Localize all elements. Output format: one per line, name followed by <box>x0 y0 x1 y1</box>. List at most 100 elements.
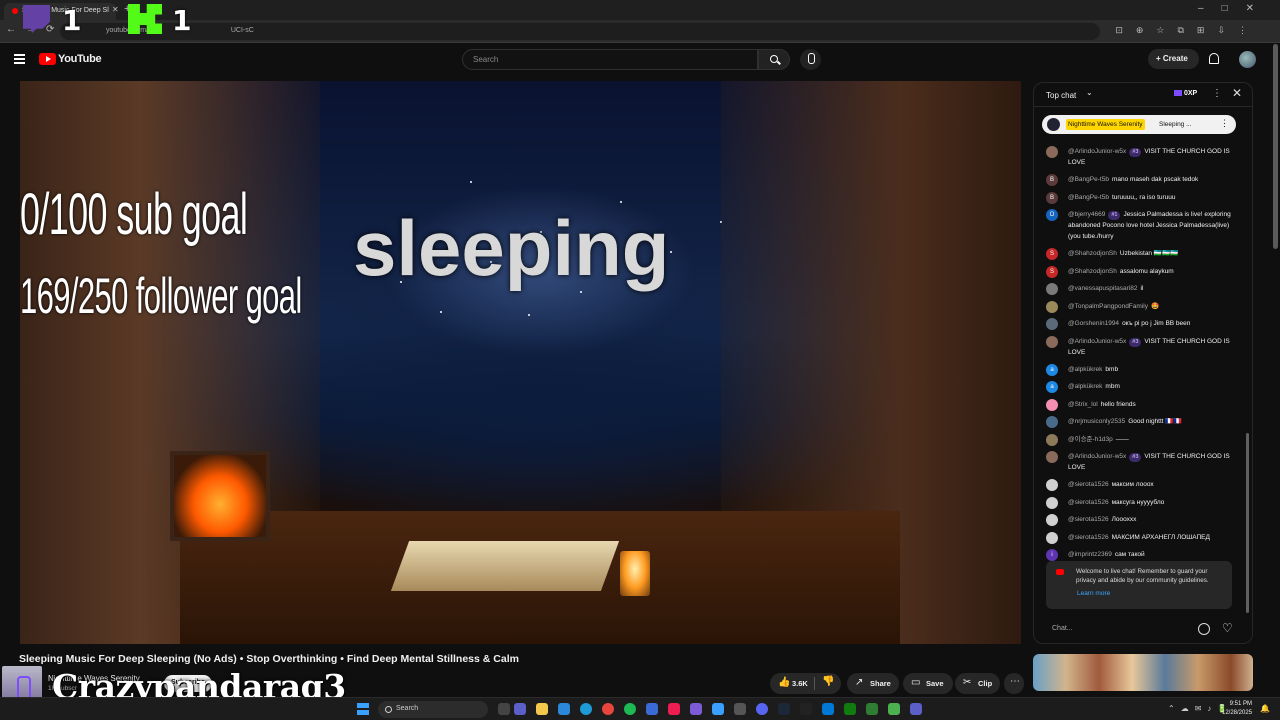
chevron-down-icon[interactable]: ⌄ <box>1086 88 1093 97</box>
heart-icon[interactable]: ♡ <box>1222 621 1233 635</box>
chat-author[interactable]: @sierota1526 <box>1068 534 1109 541</box>
task-view-icon[interactable] <box>498 703 510 715</box>
thumbs-down-icon[interactable]: 👎 <box>822 676 834 687</box>
chat-author[interactable]: @nrjmusiconly2535 <box>1068 418 1125 425</box>
chrome-icon[interactable] <box>602 703 614 715</box>
save-button[interactable]: ▭ Save <box>903 673 953 694</box>
taskbar-clock[interactable]: 9:51 PM 12/28/2025 <box>1222 700 1252 718</box>
app-icon[interactable] <box>690 703 702 715</box>
video-player[interactable]: 0/100 sub goal 169/250 follower goal sle… <box>20 81 1021 644</box>
chat-message[interactable]: S @ShahzodjonSh Uzbekistan 🇺🇿🇺🇿🇺🇿 <box>1034 245 1244 263</box>
chat-avatar[interactable]: O <box>1046 209 1058 221</box>
app-icon[interactable] <box>822 703 834 715</box>
xp-badge[interactable]: 0XP <box>1174 90 1197 97</box>
close-tab-icon[interactable]: ✕ <box>112 5 119 14</box>
chat-author[interactable]: @vanessapuspitasari82 <box>1068 285 1137 292</box>
steam-icon[interactable] <box>778 703 790 715</box>
notifications-bell-icon[interactable] <box>1209 53 1219 64</box>
chat-message[interactable]: @sierota1526 максуга нуууубло <box>1034 494 1244 512</box>
chat-author[interactable]: @BangPe-t5b <box>1068 194 1109 201</box>
hamburger-menu-icon[interactable] <box>14 54 25 64</box>
chat-author[interactable]: @ArlindoJunior-w5x <box>1068 453 1126 460</box>
chat-author[interactable]: @imprintz2369 <box>1068 551 1112 558</box>
store-icon[interactable] <box>558 703 570 715</box>
chat-avatar[interactable] <box>1046 283 1058 295</box>
like-dislike-button[interactable]: 👍 3.6K 👎 <box>770 673 841 694</box>
chat-input[interactable]: Chat... <box>1042 620 1192 638</box>
more-options-icon[interactable]: ⋮ <box>1212 88 1222 99</box>
search-button[interactable] <box>758 49 790 70</box>
chat-mode-selector[interactable]: Top chat <box>1046 91 1076 100</box>
chat-avatar[interactable] <box>1046 531 1058 544</box>
chat-message[interactable]: B @BangPe-t5b turuuuu,, ra iso turuuu <box>1034 189 1244 207</box>
discord-icon[interactable] <box>756 703 768 715</box>
teams-icon[interactable] <box>910 703 922 715</box>
chat-avatar[interactable] <box>1046 416 1058 428</box>
chat-message[interactable]: a @alpkükrek bmb <box>1034 361 1244 379</box>
browser-tab[interactable]: Sleeping Music For Deep Sl <box>4 3 116 20</box>
chat-avatar[interactable]: S <box>1046 248 1058 260</box>
chat-message[interactable]: O @bjerry4669 #1 Jessica Palmadessa is live… <box>1034 206 1244 245</box>
chat-author[interactable]: @sierota1526 <box>1068 499 1109 506</box>
chat-author[interactable]: @ShahzodjonSh <box>1068 268 1117 275</box>
youtube-logo-text[interactable]: YouTube <box>58 53 102 65</box>
emoji-icon[interactable] <box>1198 623 1210 635</box>
account-avatar[interactable] <box>1239 51 1256 68</box>
app-icon[interactable] <box>646 703 658 715</box>
clip-button[interactable]: ✂ Clip <box>955 673 1000 694</box>
search-input[interactable]: Search <box>462 49 758 70</box>
page-scrollbar[interactable] <box>1273 44 1278 249</box>
chat-avatar[interactable] <box>1046 496 1058 509</box>
more-actions-button[interactable]: ⋯ <box>1004 673 1024 694</box>
youtube-logo-icon[interactable] <box>39 53 56 65</box>
chat-avatar[interactable] <box>1046 479 1058 491</box>
taskbar-search[interactable]: Search <box>378 701 488 718</box>
chat-message[interactable]: @sierota1526 максим лооох <box>1034 476 1244 494</box>
chat-avatar[interactable] <box>1046 451 1058 463</box>
chat-author[interactable]: @bjerry4669 <box>1068 211 1105 218</box>
chat-message[interactable]: @ArlindoJunior-w5x #3 VISIT THE CHURCH GOD… <box>1034 333 1244 361</box>
chat-message[interactable]: a @alpkükrek mbm <box>1034 378 1244 396</box>
chat-message[interactable]: @Gorshenin1994 окъ рі ро j Jim BB been <box>1034 315 1244 333</box>
chat-author[interactable]: @ArlindoJunior-w5x <box>1068 338 1126 345</box>
chat-message[interactable]: @sierota1526 МАКСИМ АРХАНЕГЛ ЛОШАПЕД <box>1034 529 1244 547</box>
chat-author[interactable]: @sierota1526 <box>1068 481 1109 488</box>
chat-message[interactable]: @vanessapuspitasari82 il <box>1034 280 1244 298</box>
chat-author[interactable]: @sierota1526 <box>1068 516 1109 523</box>
chat-avatar[interactable] <box>1046 300 1058 313</box>
omnibox[interactable]: youtube.com/wat UCI-sC <box>60 23 1100 40</box>
app-icon[interactable] <box>888 703 900 715</box>
browser-toolbar-icons[interactable]: ⊡⊕☆⧉⊞⇩⋮ <box>1115 25 1260 36</box>
chat-avatar[interactable]: a <box>1046 381 1058 393</box>
close-chat-icon[interactable]: ✕ <box>1232 86 1242 100</box>
windows-start-icon[interactable] <box>357 703 369 715</box>
chat-message[interactable]: S @ShahzodjonSh assalomu alaykum <box>1034 263 1244 281</box>
app-icon[interactable] <box>712 703 724 715</box>
notification-icon[interactable]: 🔔 <box>1260 704 1270 713</box>
chat-author[interactable]: @이승준-h1d3p <box>1068 436 1113 443</box>
app-icon[interactable] <box>734 703 746 715</box>
chat-message[interactable]: B @BangPe-t5b mano maseh dak pscak tedok <box>1034 171 1244 189</box>
chat-avatar[interactable]: B <box>1046 191 1058 204</box>
voice-search-mic-icon[interactable] <box>800 49 821 70</box>
chat-message[interactable]: @Strix_lol hello friends <box>1034 396 1244 414</box>
chat-author[interactable]: @TonpalmPangpondFamily <box>1068 303 1148 310</box>
edge-icon[interactable] <box>580 703 592 715</box>
thumbs-up-icon[interactable]: 👍 <box>778 677 790 688</box>
chat-message[interactable]: @nrjmusiconly2535 Good nighttt 🇫🇷🇫🇷 <box>1034 413 1244 431</box>
chat-message[interactable]: @sierota1526 Лоооххх <box>1034 511 1244 529</box>
tiktok-icon[interactable] <box>668 703 680 715</box>
kick-app-icon[interactable] <box>800 703 812 715</box>
chat-message[interactable]: @이승준-h1d3p —— <box>1034 431 1244 449</box>
chat-message[interactable]: @TonpalmPangpondFamily 🤩 <box>1034 298 1244 316</box>
file-explorer-icon[interactable] <box>536 703 548 715</box>
window-controls[interactable]: –□✕ <box>1198 3 1272 14</box>
related-video-thumbnail[interactable] <box>1033 654 1253 691</box>
chat-author[interactable]: @BangPe-t5b <box>1068 176 1109 183</box>
share-button[interactable]: ↗ Share <box>847 673 899 694</box>
chat-avatar[interactable]: B <box>1046 174 1058 186</box>
chat-message[interactable]: @ArlindoJunior-w5x #3 VISIT THE CHURCH GOD… <box>1034 143 1244 171</box>
teams-icon[interactable] <box>514 703 526 715</box>
chat-avatar[interactable] <box>1046 398 1058 411</box>
create-button[interactable]: + Create <box>1148 49 1199 69</box>
